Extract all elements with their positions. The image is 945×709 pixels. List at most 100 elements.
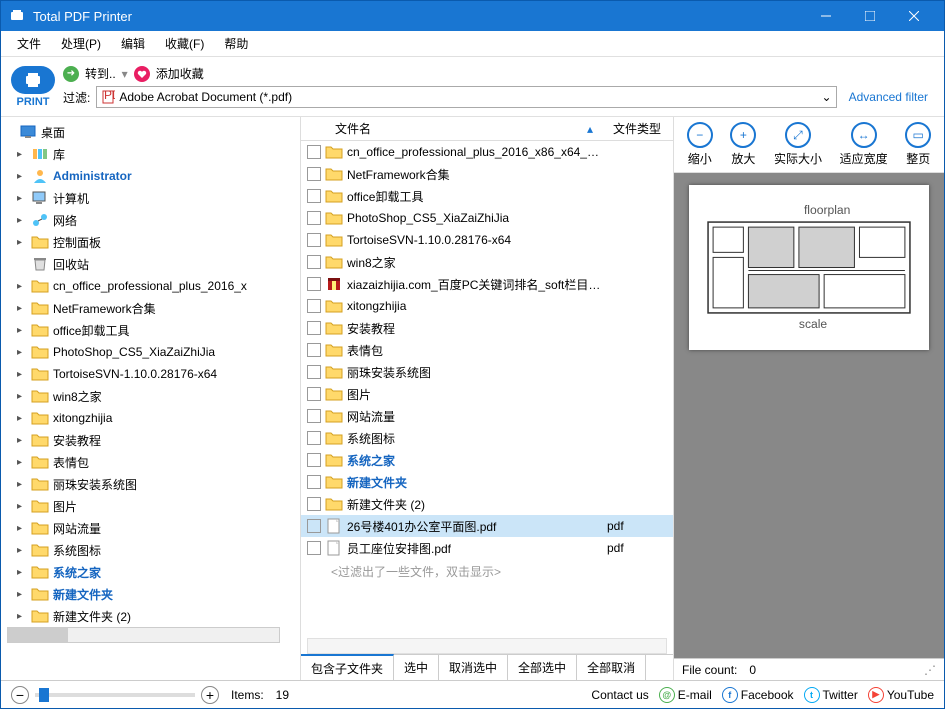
zoom-out-button[interactable]: − [11,686,29,704]
youtube-link[interactable]: ▶YouTube [868,687,934,703]
preview-缩小-button[interactable]: −缩小 [687,122,713,167]
menu-process[interactable]: 处理(P) [53,33,109,54]
expand-icon[interactable]: ▸ [17,237,27,248]
tree-item[interactable]: ▸表情包 [1,451,300,473]
expand-icon[interactable]: ▸ [17,171,27,182]
menu-help[interactable]: 帮助 [216,33,256,54]
file-list[interactable]: cn_office_professional_plus_2016_x86_x64… [301,141,673,638]
col-type[interactable]: 文件类型 [603,120,673,137]
tree-item[interactable]: ▸安装教程 [1,429,300,451]
col-name[interactable]: 文件名 [335,120,371,137]
tree-item[interactable]: ▸PhotoShop_CS5_XiaZaiZhiJia [1,341,300,363]
expand-icon[interactable]: ▸ [17,149,27,160]
menu-edit[interactable]: 编辑 [113,33,153,54]
tree-item[interactable]: ▸win8之家 [1,385,300,407]
twitter-link[interactable]: tTwitter [804,687,858,703]
expand-icon[interactable]: ▸ [17,281,27,292]
file-checkbox[interactable] [307,277,321,291]
file-row[interactable]: 员工座位安排图.pdfpdf [301,537,673,559]
file-row[interactable]: win8之家 [301,251,673,273]
file-row[interactable]: 系统之家 [301,449,673,471]
file-row[interactable]: 网站流量 [301,405,673,427]
expand-icon[interactable]: ▸ [17,435,27,446]
file-row[interactable]: 丽珠安装系统图 [301,361,673,383]
expand-icon[interactable]: ▸ [17,193,27,204]
file-checkbox[interactable] [307,431,321,445]
filter-combo[interactable]: PDF Adobe Acrobat Document (*.pdf) ⌄ [96,86,836,108]
file-checkbox[interactable] [307,475,321,489]
tree-item[interactable]: ▸新建文件夹 (2) [1,605,300,627]
tree-h-scrollbar[interactable] [1,627,300,643]
file-list-header[interactable]: 文件名▴ 文件类型 [301,117,673,141]
file-checkbox[interactable] [307,189,321,203]
expand-icon[interactable]: ▸ [17,523,27,534]
preview-area[interactable]: floorplan scale [674,173,944,658]
expand-icon[interactable]: ▸ [17,501,27,512]
menu-favorites[interactable]: 收藏(F) [157,33,212,54]
file-row[interactable]: NetFramework合集 [301,163,673,185]
file-row[interactable]: 新建文件夹 [301,471,673,493]
file-row[interactable]: 新建文件夹 (2) [301,493,673,515]
file-checkbox[interactable] [307,453,321,467]
tree-item[interactable]: ▸Administrator [1,165,300,187]
expand-icon[interactable]: ▸ [17,369,27,380]
filelist-h-scrollbar[interactable] [301,638,673,654]
preview-适应宽度-button[interactable]: ↔适应宽度 [840,122,888,167]
expand-icon[interactable]: ▸ [17,325,27,336]
file-checkbox[interactable] [307,211,321,225]
expand-icon[interactable]: ▸ [17,589,27,600]
file-checkbox[interactable] [307,497,321,511]
expand-icon[interactable]: ▸ [17,479,27,490]
tree-item[interactable]: ▸控制面板 [1,231,300,253]
tab-check-all[interactable]: 全部选中 [508,655,577,680]
tree-item[interactable]: ▸NetFramework合集 [1,297,300,319]
expand-icon[interactable]: ▸ [17,347,27,358]
minimize-button[interactable] [804,1,848,31]
file-row[interactable]: 26号楼401办公室平面图.pdfpdf [301,515,673,537]
tree-item[interactable]: ▸库 [1,143,300,165]
file-checkbox[interactable] [307,233,321,247]
file-checkbox[interactable] [307,321,321,335]
file-checkbox[interactable] [307,255,321,269]
close-button[interactable] [892,1,936,31]
file-row[interactable]: xiazaizhijia.com_百度PC关键词排名_soft栏目_201912… [301,273,673,295]
goto-icon[interactable]: ➜ [63,66,79,82]
tree-item[interactable]: ▸丽珠安装系统图 [1,473,300,495]
maximize-button[interactable] [848,1,892,31]
file-checkbox[interactable] [307,343,321,357]
tree-item[interactable]: ▸计算机 [1,187,300,209]
file-row[interactable]: 安装教程 [301,317,673,339]
tab-subfolders[interactable]: 包含子文件夹 [301,654,394,680]
expand-icon[interactable]: ▸ [17,545,27,556]
goto-label[interactable]: 转到.. [85,65,116,82]
file-checkbox[interactable] [307,145,321,159]
tree-item[interactable]: ▸TortoiseSVN-1.10.0.28176-x64 [1,363,300,385]
file-row[interactable]: 表情包 [301,339,673,361]
tree-item[interactable]: 桌面 [1,121,300,143]
file-row[interactable]: office卸载工具 [301,185,673,207]
preview-放大-button[interactable]: +放大 [730,122,756,167]
tab-uncheck-all[interactable]: 全部取消 [577,655,646,680]
menu-file[interactable]: 文件 [9,33,49,54]
file-checkbox[interactable] [307,365,321,379]
file-row[interactable]: TortoiseSVN-1.10.0.28176-x64 [301,229,673,251]
file-checkbox[interactable] [307,541,321,555]
expand-icon[interactable]: ▸ [17,567,27,578]
tab-uncheck[interactable]: 取消选中 [439,655,508,680]
expand-icon[interactable]: ▸ [17,611,27,622]
addfav-label[interactable]: 添加收藏 [156,65,204,82]
tree-item[interactable]: 回收站 [1,253,300,275]
tree-item[interactable]: ▸office卸载工具 [1,319,300,341]
file-checkbox[interactable] [307,409,321,423]
tree-item[interactable]: ▸系统图标 [1,539,300,561]
file-row[interactable]: cn_office_professional_plus_2016_x86_x64… [301,141,673,163]
favorite-icon[interactable] [134,66,150,82]
file-row[interactable]: PhotoShop_CS5_XiaZaiZhiJia [301,207,673,229]
file-row[interactable]: 系统图标 [301,427,673,449]
email-link[interactable]: @E-mail [659,687,712,703]
tree-item[interactable]: ▸系统之家 [1,561,300,583]
file-checkbox[interactable] [307,387,321,401]
tree-item[interactable]: ▸网站流量 [1,517,300,539]
tree-item[interactable]: ▸xitongzhijia [1,407,300,429]
preview-整页-button[interactable]: ▭整页 [905,122,931,167]
